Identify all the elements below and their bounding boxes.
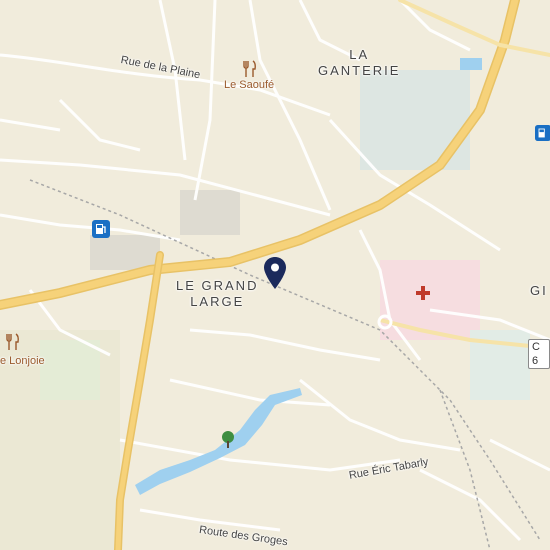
hospital-icon[interactable] (415, 285, 431, 301)
pond (460, 58, 482, 70)
place-la-ganterie: LA GANTERIE (318, 47, 400, 79)
place-la-ganterie-line2: GANTERIE (318, 63, 401, 78)
restaurant-icon-lonjoie[interactable] (6, 333, 20, 351)
poi-le-lonjoie-label[interactable]: e Lonjoie (0, 355, 45, 367)
location-pin-icon[interactable] (263, 256, 287, 290)
fuel-station-icon[interactable] (92, 220, 110, 238)
restaurant-icon[interactable] (243, 60, 257, 78)
tree-icon[interactable] (219, 430, 237, 450)
map-view[interactable]: LA GANTERIE LE GRAND LARGE GI Le Saoufé … (0, 0, 550, 550)
park-area (40, 340, 100, 400)
place-le-grand-large-line2: LARGE (190, 294, 245, 309)
place-le-grand-large: LE GRAND LARGE (176, 278, 258, 310)
place-gi: GI (530, 283, 548, 298)
poi-le-saoufe-label[interactable]: Le Saoufé (224, 79, 274, 91)
fuel-station-icon-east[interactable] (535, 124, 550, 142)
place-le-grand-large-line1: LE GRAND (176, 278, 259, 293)
road-shield-c6: C 6 (528, 339, 550, 369)
place-la-ganterie-line1: LA (349, 47, 370, 62)
industrial-area (360, 70, 470, 170)
